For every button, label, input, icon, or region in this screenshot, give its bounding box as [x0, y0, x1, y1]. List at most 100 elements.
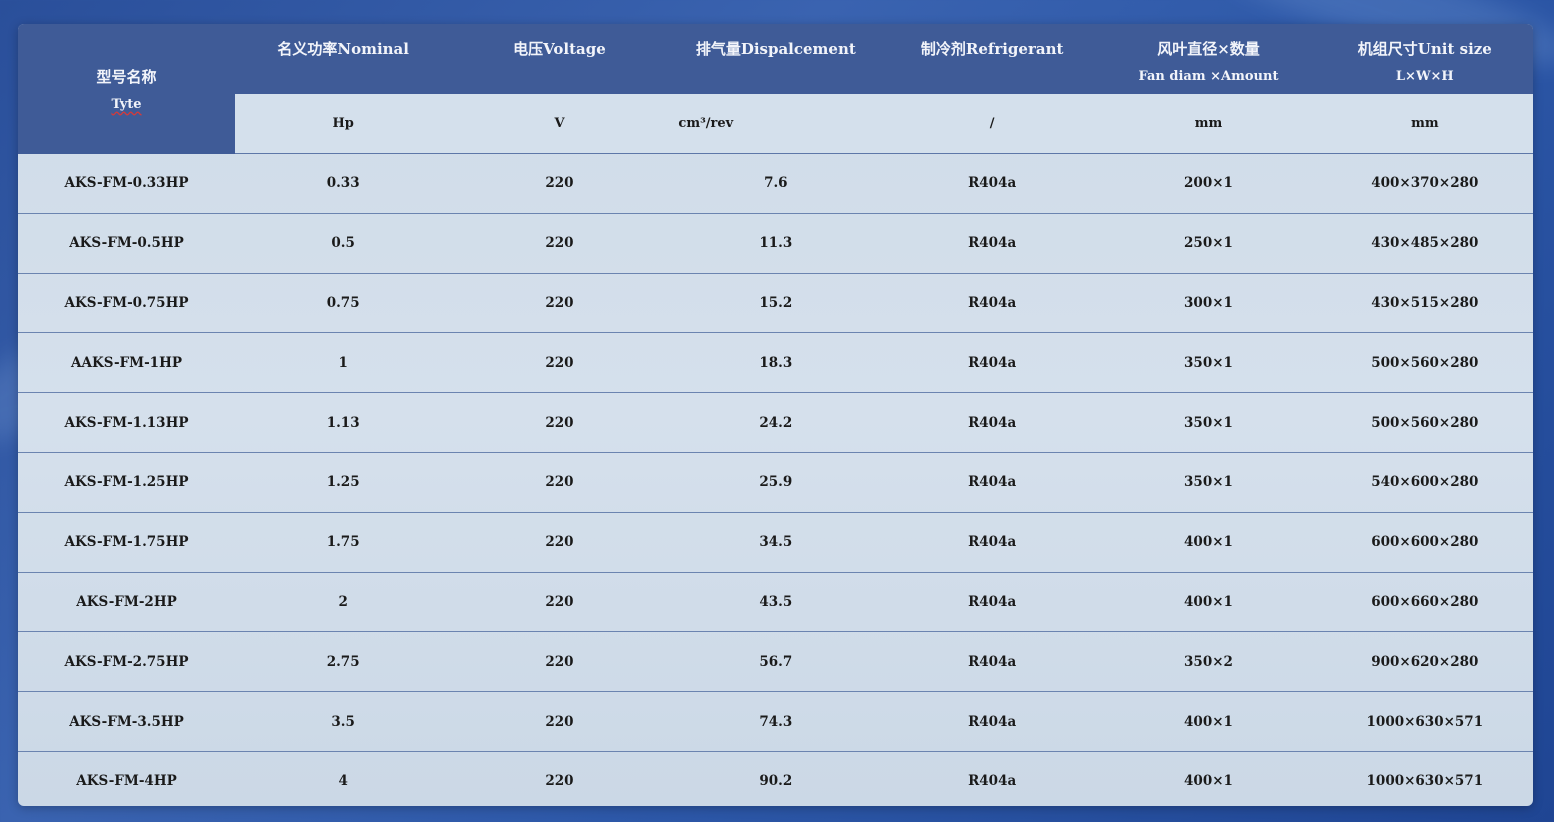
table-row: AKS-FM-4HP 4 220 90.2 R404a 400×1 1000×630×571	[18, 751, 1533, 806]
header-row: 型号名称 Tyte 名义功率Nominal 电压Voltage 排气量Dispa…	[18, 24, 1533, 154]
unit-cell: mm	[1316, 94, 1533, 154]
table-row: AKS-FM-0.75HP 0.75 220 15.2 R404a 300×1 430×51…	[18, 273, 1533, 334]
type-header-cn: 型号名称	[96, 67, 157, 86]
model-cell: AAKS-FM-1HP	[18, 332, 235, 394]
table-row: AKS-FM-3.5HP 3.5 220 74.3 R404a 400×1 1000×630…	[18, 691, 1533, 752]
column-label: 电压Voltage	[513, 40, 606, 58]
unit-size-cell: 400×370×280	[1316, 153, 1533, 214]
unit-size-cell: 430×515×280	[1316, 273, 1533, 334]
refrigerant-cell: R404a	[883, 213, 1101, 274]
column-label: 机组尺寸Unit size	[1357, 40, 1492, 58]
refrigerant-cell: R404a	[883, 572, 1101, 633]
table-row: AKS-FM-2HP 2 220 43.5 R404a 400×1 600×660×280	[18, 572, 1533, 633]
displacement-cell: 15.2	[667, 273, 884, 334]
displacement-cell: 25.9	[667, 452, 884, 513]
model-cell: AKS-FM-1.75HP	[18, 512, 235, 573]
refrigerant-cell: R404a	[883, 631, 1101, 693]
table-body: AKS-FM-0.33HP 0.33 220 7.6 R404a 200×1 400×370…	[18, 153, 1533, 807]
model-cell: AKS-FM-3.5HP	[18, 691, 235, 752]
voltage-cell: 220	[451, 332, 668, 394]
fan-cell: 400×1	[1100, 691, 1317, 752]
displacement-cell: 34.5	[667, 512, 884, 573]
unit-cell: mm	[1100, 94, 1317, 154]
column-header-refrigerant: 制冷剂Refrigerant	[883, 24, 1101, 94]
unit-cell: /	[883, 94, 1101, 154]
fan-cell: 350×1	[1100, 332, 1317, 394]
column-header-unit-size: 机组尺寸Unit size L×W×H	[1316, 24, 1533, 94]
model-cell: AKS-FM-0.33HP	[18, 153, 235, 214]
unit-size-cell: 500×560×280	[1316, 332, 1533, 394]
fan-cell: 350×1	[1100, 452, 1317, 513]
model-cell: AKS-FM-2HP	[18, 572, 235, 633]
unit-size-cell: 500×560×280	[1316, 392, 1533, 453]
voltage-cell: 220	[451, 273, 668, 334]
nominal-cell: 1	[235, 332, 452, 394]
unit-text: cm³/rev	[678, 116, 734, 131]
spec-table-panel: 型号名称 Tyte 名义功率Nominal 电压Voltage 排气量Dispa…	[18, 24, 1533, 806]
table-row: AKS-FM-0.33HP 0.33 220 7.6 R404a 200×1 400×370…	[18, 153, 1533, 214]
fan-cell: 400×1	[1100, 572, 1317, 633]
unit-size-cell: 600×660×280	[1316, 572, 1533, 633]
voltage-cell: 220	[451, 631, 668, 693]
displacement-cell: 56.7	[667, 631, 884, 693]
refrigerant-cell: R404a	[883, 153, 1101, 214]
unit-size-cell: 900×620×280	[1316, 631, 1533, 693]
table-row: AKS-FM-1.25HP 1.25 220 25.9 R404a 350×1 540×60…	[18, 452, 1533, 513]
unit-size-cell: 540×600×280	[1316, 452, 1533, 513]
nominal-cell: 1.25	[235, 452, 452, 513]
nominal-cell: 0.5	[235, 213, 452, 274]
refrigerant-cell: R404a	[883, 512, 1101, 573]
spec-table: 型号名称 Tyte 名义功率Nominal 电压Voltage 排气量Dispa…	[18, 24, 1533, 806]
voltage-cell: 220	[451, 213, 668, 274]
fan-cell: 200×1	[1100, 153, 1317, 214]
model-cell: AKS-FM-1.25HP	[18, 452, 235, 513]
displacement-cell: 18.3	[667, 332, 884, 394]
column-sublabel: L×W×H	[1395, 69, 1454, 84]
voltage-cell: 220	[451, 452, 668, 513]
nominal-cell: 0.33	[235, 153, 452, 214]
column-label: 名义功率Nominal	[277, 40, 409, 58]
unit-cell: V	[451, 94, 668, 154]
column-header-displacement: 排气量Dispalcement	[667, 24, 884, 94]
model-cell: AKS-FM-0.5HP	[18, 213, 235, 274]
table-row: AKS-FM-1.75HP 1.75 220 34.5 R404a 400×1 600×60…	[18, 512, 1533, 573]
table-row: AKS-FM-0.5HP 0.5 220 11.3 R404a 250×1 430×485×…	[18, 213, 1533, 274]
model-cell: AKS-FM-0.75HP	[18, 273, 235, 334]
fan-cell: 400×1	[1100, 512, 1317, 573]
table-row: AKS-FM-1.13HP 1.13 220 24.2 R404a 350×1 500×56…	[18, 392, 1533, 453]
unit-cell: cm³/rev	[667, 94, 884, 154]
nominal-cell: 4	[338, 773, 348, 790]
fan-cell: 350×2	[1100, 631, 1317, 693]
refrigerant-cell: R404a	[968, 773, 1017, 790]
column-sublabel: Fan diam ×Amount	[1138, 69, 1279, 84]
nominal-cell: 2	[235, 572, 452, 633]
type-column-header: 型号名称 Tyte	[18, 24, 235, 154]
nominal-cell: 0.75	[235, 273, 452, 334]
unit-size-cell: 430×485×280	[1316, 213, 1533, 274]
displacement-cell: 43.5	[667, 572, 884, 633]
model-cell: AKS-FM-1.13HP	[18, 392, 235, 453]
displacement-cell: 74.3	[667, 691, 884, 752]
fan-cell: 350×1	[1100, 392, 1317, 453]
column-label: 风叶直径×数量	[1157, 40, 1260, 58]
model-cell: AKS-FM-4HP	[76, 773, 177, 790]
column-label: 制冷剂Refrigerant	[920, 40, 1064, 58]
column-header-voltage: 电压Voltage	[451, 24, 668, 94]
nominal-cell: 2.75	[235, 631, 452, 693]
unit-size-cell: 1000×630×571	[1316, 691, 1533, 752]
column-header-nominal: 名义功率Nominal	[235, 24, 452, 94]
unit-cell: Hp	[235, 94, 452, 154]
nominal-cell: 1.13	[235, 392, 452, 453]
refrigerant-cell: R404a	[883, 691, 1101, 752]
displacement-cell: 7.6	[667, 153, 884, 214]
voltage-cell: 220	[451, 512, 668, 573]
voltage-cell: 220	[451, 153, 668, 214]
voltage-cell: 220	[451, 572, 668, 633]
fan-cell: 250×1	[1100, 213, 1317, 274]
refrigerant-cell: R404a	[883, 392, 1101, 453]
displacement-cell: 24.2	[667, 392, 884, 453]
displacement-cell: 11.3	[667, 213, 884, 274]
fan-cell: 400×1	[1184, 773, 1233, 790]
table-row: AKS-FM-2.75HP 2.75 220 56.7 R404a 350×2 900×62…	[18, 631, 1533, 693]
unit-row: Hp V cm³/rev / mm mm	[18, 94, 1533, 154]
